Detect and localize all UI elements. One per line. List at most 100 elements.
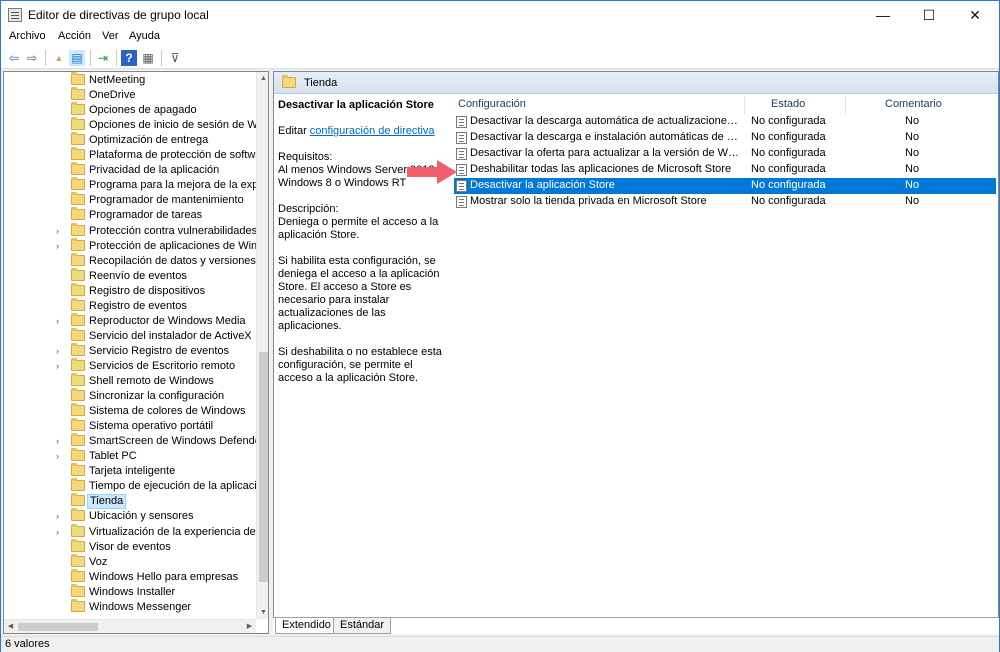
column-header-configuracion[interactable]: Configuración [458,98,526,114]
back-icon[interactable]: ⇦ [6,50,22,66]
enabled-text: Si habilita esta configuración, se denie… [278,255,440,332]
menu-ayuda[interactable]: Ayuda [129,30,160,42]
tree-item[interactable]: › Servicios de Escritorio remoto [4,357,256,374]
tree-item[interactable]: Sistema operativo portátil [4,418,256,434]
setting-row[interactable]: Desactivar la descarga e instalación aut… [454,130,996,146]
setting-row[interactable]: Mostrar solo la tienda privada en Micros… [454,194,996,210]
column-divider[interactable] [845,96,846,114]
tree-item[interactable]: Servicio del instalador de ActiveX [4,327,256,344]
tree-item[interactable]: Visor de eventos [4,538,256,555]
scroll-right-arrow-icon[interactable]: ▶ [243,620,256,633]
tree-item[interactable]: › Protección de aplicaciones de Windov [4,237,268,254]
tree-item[interactable]: Recopilación de datos y versiones prel [4,252,268,269]
tree-item[interactable]: Plataforma de protección de software [4,147,268,163]
folder-icon [71,448,85,462]
title-bar[interactable]: Editor de directivas de grupo local — ☐ … [1,1,999,29]
tree-item[interactable]: Registro de dispositivos [4,282,256,299]
scroll-up-arrow-icon[interactable]: ▲ [257,72,268,85]
tree-item[interactable]: OneDrive [4,87,256,103]
expand-chevron-icon[interactable]: › [56,241,59,251]
scroll-left-arrow-icon[interactable]: ◀ [4,620,17,633]
expand-chevron-icon[interactable]: › [56,316,59,326]
forward-icon[interactable]: ⇨ [24,50,40,66]
tree-item[interactable]: Windows Messenger [4,598,256,615]
tree-item[interactable]: Reenvío de eventos [4,267,256,284]
tree-item[interactable]: Voz [4,553,256,570]
column-header-estado[interactable]: Estado [771,98,805,114]
tree-item[interactable]: Opciones de inicio de sesión de Windo [4,117,268,133]
close-button[interactable]: ✕ [952,1,998,29]
help-icon[interactable]: ? [121,50,137,66]
tree-item[interactable]: Windows Hello para empresas [4,568,256,585]
menu-archivo[interactable]: Archivo [9,30,46,42]
disabled-text: Si deshabilita o no establece esta confi… [278,346,442,384]
tree-item[interactable]: › Reproductor de Windows Media [4,312,256,329]
tree-item-selected[interactable]: Tienda [4,493,256,510]
scroll-down-arrow-icon[interactable]: ▼ [257,606,268,619]
setting-row[interactable]: Desactivar la oferta para actualizar a l… [454,146,996,162]
tree-item[interactable]: Windows Installer [4,583,256,600]
tree-item[interactable]: Opciones de apagado [4,102,256,118]
tree-item-label: Visor de eventos [89,540,171,553]
scroll-thumb[interactable] [18,623,98,631]
tree-horizontal-scrollbar[interactable]: ◀ ▶ [4,619,256,633]
tree-item[interactable]: Tiempo de ejecución de la aplicación [4,478,268,494]
edit-policy-line: Editar configuración de directiva [278,125,446,138]
status-bar: 6 valores [1,636,999,652]
console-tree[interactable]: NetMeeting OneDrive Opciones de apagado Opc… [3,71,269,634]
expand-chevron-icon[interactable]: › [56,346,59,356]
tree-item[interactable]: NetMeeting [4,72,256,88]
setting-row[interactable]: Desactivar la descarga automática de act… [454,114,996,130]
tree-item[interactable]: › Tablet PC [4,448,256,464]
setting-name: Deshabilitar todas las aplicaciones de M… [470,163,732,175]
expand-chevron-icon[interactable]: › [56,436,59,446]
tab-extendido[interactable]: Extendido [275,618,338,634]
maximize-button[interactable]: ☐ [906,1,952,29]
tree-item[interactable]: › Virtualización de la experiencia del us… [4,523,268,540]
tree-item[interactable]: Shell remoto de Windows [4,373,256,389]
properties-icon[interactable]: ▦ [140,50,156,66]
folder-icon [71,463,85,477]
tree-item[interactable]: Registro de eventos [4,297,256,314]
minimize-button[interactable]: — [860,1,906,29]
tree-item[interactable]: › Servicio Registro de eventos [4,342,256,359]
edit-policy-link[interactable]: configuración de directiva [310,125,435,137]
export-list-icon[interactable]: ⇥ [95,50,111,66]
tree-item[interactable]: Programador de mantenimiento [4,192,256,208]
tree-item-label: Shell remoto de Windows [89,375,214,387]
tree-item[interactable]: Sincronizar la configuración [4,388,256,404]
expand-chevron-icon[interactable]: › [56,226,59,236]
tree-item-label: Plataforma de protección de software [89,149,269,162]
expand-chevron-icon[interactable]: › [56,511,59,521]
tree-item[interactable]: Tarjeta inteligente [4,463,256,479]
tree-vertical-scrollbar[interactable]: ▲ ▼ [256,72,268,619]
column-header-comentario[interactable]: Comentario [885,98,942,114]
tree-item[interactable]: Sistema de colores de Windows [4,403,256,419]
app-window: Editor de directivas de grupo local — ☐ … [0,0,1000,652]
expand-chevron-icon[interactable]: › [56,527,59,537]
tree-item[interactable]: › SmartScreen de Windows Defender [4,433,264,449]
setting-name: Desactivar la aplicación Store [470,179,615,191]
tree-item[interactable]: Programa para la mejora de la experiei [4,177,268,193]
tree-item[interactable]: › Ubicación y sensores [4,508,256,524]
policy-icon [456,116,467,128]
tree-item-label: Windows Installer [89,585,176,598]
setting-row[interactable]: Deshabilitar todas las aplicaciones de M… [454,162,996,178]
tree-item[interactable]: Optimización de entrega [4,132,256,148]
column-divider[interactable] [744,96,745,114]
up-folder-icon[interactable]: ▲ [51,50,67,66]
filter-icon[interactable]: ⊽ [167,50,183,66]
setting-state: No configurada [751,179,826,191]
menu-accion[interactable]: Acción [58,30,91,42]
expand-chevron-icon[interactable]: › [56,361,59,371]
toolbar: ⇦ ⇨ ▲ ▤ ⇥ ? ▦ ⊽ [1,47,999,69]
scroll-thumb[interactable] [259,352,268,582]
tree-item[interactable]: Programador de tareas [4,207,256,223]
tree-item[interactable]: › Protección contra vulnerabilidades de [4,222,268,239]
expand-chevron-icon[interactable]: › [56,451,59,461]
tab-estandar[interactable]: Estándar [333,618,392,634]
show-hide-tree-icon[interactable]: ▤ [69,50,85,66]
menu-ver[interactable]: Ver [102,30,119,42]
setting-row-selected[interactable]: Desactivar la aplicación Store No configu… [454,178,996,194]
tree-item[interactable]: Privacidad de la aplicación [4,162,256,178]
